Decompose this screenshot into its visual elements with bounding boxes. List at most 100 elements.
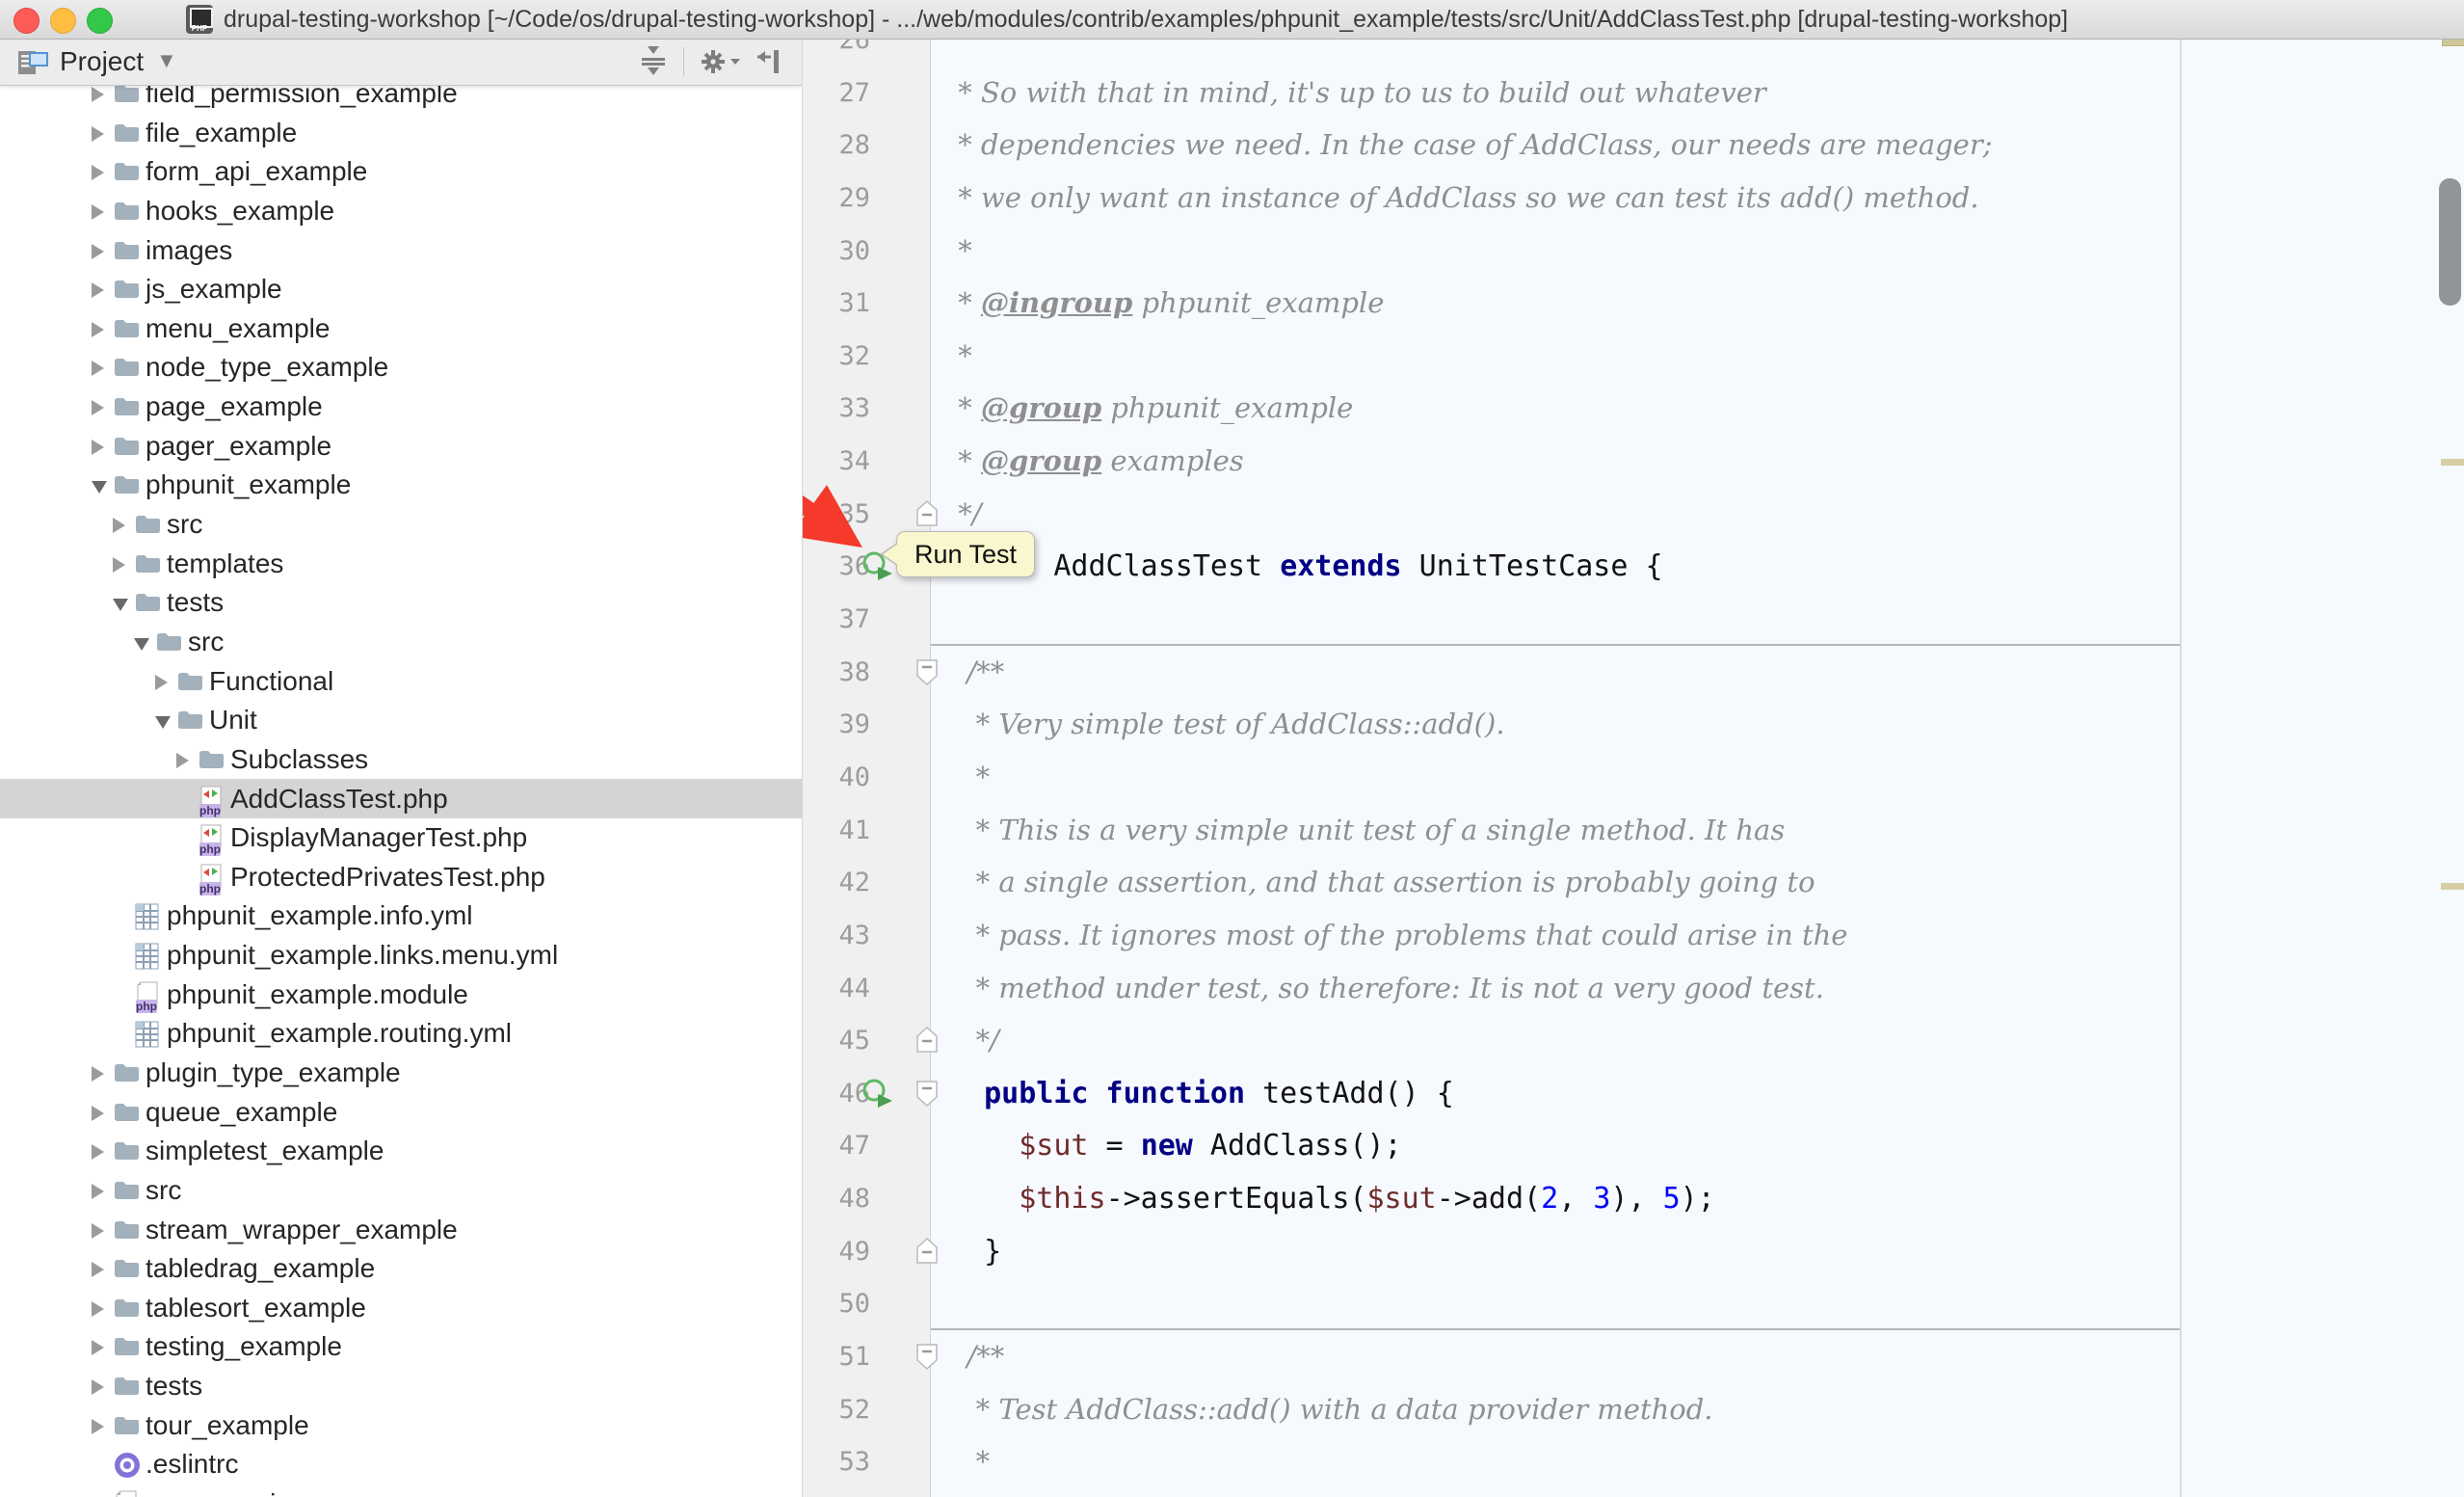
tree-item-queue-example[interactable]: queue_example	[0, 1092, 802, 1132]
chevron-expanded-icon[interactable]	[155, 716, 171, 729]
zoom-window-button[interactable]	[87, 8, 113, 34]
tree-item-tests[interactable]: tests	[0, 1366, 802, 1405]
tree-item-plugin-type-example[interactable]: plugin_type_example	[0, 1053, 802, 1092]
tree-item-menu-example[interactable]: menu_example	[0, 308, 802, 348]
chevron-collapsed-icon[interactable]	[92, 1106, 104, 1121]
tree-item-templates[interactable]: templates	[0, 544, 802, 583]
chevron-collapsed-icon[interactable]	[113, 557, 125, 573]
tree-item-protectedprivatestest-php[interactable]: phpProtectedPrivatesTest.php	[0, 857, 802, 896]
tree-item-page-example[interactable]: page_example	[0, 387, 802, 426]
warning-stripe-mark[interactable]	[2441, 459, 2464, 466]
tree-item-subclasses[interactable]: Subclasses	[0, 739, 802, 779]
chevron-collapsed-icon[interactable]	[92, 87, 104, 102]
chevron-collapsed-icon[interactable]	[92, 126, 104, 142]
tree-item-label: phpunit_example.routing.yml	[167, 1013, 512, 1053]
chevron-collapsed-icon[interactable]	[113, 518, 125, 533]
chevron-collapsed-icon[interactable]	[92, 1262, 104, 1277]
tree-item-phpunit-example-info-yml[interactable]: phpunit_example.info.yml	[0, 896, 802, 935]
project-panel-icon	[17, 48, 50, 82]
chevron-expanded-icon[interactable]	[92, 481, 107, 494]
tree-item-tour-example[interactable]: tour_example	[0, 1405, 802, 1445]
minimize-window-button[interactable]	[50, 8, 76, 34]
chevron-collapsed-icon[interactable]	[92, 1223, 104, 1239]
chevron-collapsed-icon[interactable]	[92, 1066, 104, 1082]
fold-marker-up[interactable]	[914, 1237, 940, 1270]
chevron-collapsed-icon[interactable]	[92, 1184, 104, 1199]
tree-item-stream-wrapper-example[interactable]: stream_wrapper_example	[0, 1210, 802, 1249]
tree-item--eslintrc[interactable]: .eslintrc	[0, 1444, 802, 1484]
tree-item-tablesort-example[interactable]: tablesort_example	[0, 1288, 802, 1327]
code-token: ),	[1610, 1182, 1662, 1216]
hide-panel-button[interactable]	[755, 44, 788, 79]
tree-item-simpletest-example[interactable]: simpletest_example	[0, 1131, 802, 1170]
tree-item-phpunit-example[interactable]: phpunit_example	[0, 465, 802, 504]
code-token: extends	[1280, 549, 1401, 583]
chevron-collapsed-icon[interactable]	[92, 440, 104, 455]
fold-marker-down[interactable]	[914, 657, 940, 691]
tree-item-hooks-example[interactable]: hooks_example	[0, 191, 802, 230]
tree-item-phpunit-example-module[interactable]: phpphpunit_example.module	[0, 975, 802, 1014]
tree-item-label: AddClassTest.php	[230, 779, 448, 818]
tree-item-src[interactable]: src	[0, 1170, 802, 1210]
chevron-collapsed-icon[interactable]	[92, 1144, 104, 1160]
tree-item-tabledrag-example[interactable]: tabledrag_example	[0, 1248, 802, 1288]
method-separator-line	[931, 1328, 2180, 1330]
run-test-gutter-icon[interactable]	[861, 1078, 894, 1113]
svg-text:php: php	[199, 882, 221, 896]
chevron-down-icon[interactable]: ▼	[156, 39, 177, 85]
line-number: 42	[803, 856, 870, 909]
chevron-collapsed-icon[interactable]	[155, 675, 168, 690]
chevron-collapsed-icon[interactable]	[92, 400, 104, 415]
editor-scrollbar-thumb[interactable]	[2439, 178, 2461, 306]
tree-item-phpunit-example-routing-yml[interactable]: phpunit_example.routing.yml	[0, 1013, 802, 1053]
tree-item-file-example[interactable]: file_example	[0, 113, 802, 152]
fold-marker-up[interactable]	[914, 1026, 940, 1059]
fold-marker-up[interactable]	[914, 499, 940, 533]
tree-item-src[interactable]: src	[0, 504, 802, 544]
code-token: examples	[1101, 444, 1243, 477]
svg-text:php: php	[136, 1000, 157, 1013]
chevron-collapsed-icon[interactable]	[92, 1419, 104, 1434]
chevron-collapsed-icon[interactable]	[92, 244, 104, 259]
settings-gear-button[interactable]	[698, 44, 742, 79]
chevron-collapsed-icon[interactable]	[92, 165, 104, 180]
chevron-collapsed-icon[interactable]	[92, 322, 104, 337]
collapse-all-button[interactable]	[637, 44, 670, 79]
chevron-collapsed-icon[interactable]	[92, 1301, 104, 1317]
tree-item-functional[interactable]: Functional	[0, 661, 802, 701]
close-window-button[interactable]	[13, 8, 40, 34]
code-token: *	[949, 1445, 990, 1478]
line-number: 52	[803, 1383, 870, 1436]
tree-item-testing-example[interactable]: testing_example	[0, 1326, 802, 1366]
warning-stripe-mark[interactable]	[2441, 883, 2464, 890]
code-token: @ingroup	[981, 286, 1132, 319]
chevron-collapsed-icon[interactable]	[92, 361, 104, 376]
chevron-collapsed-icon[interactable]	[176, 753, 189, 768]
tree-item-src[interactable]: src	[0, 622, 802, 661]
tree-item-pager-example[interactable]: pager_example	[0, 426, 802, 466]
chevron-collapsed-icon[interactable]	[92, 1340, 104, 1355]
chevron-expanded-icon[interactable]	[134, 638, 149, 651]
code-token: phpunit_example	[1132, 286, 1384, 319]
tree-item-node-type-example[interactable]: node_type_example	[0, 347, 802, 387]
fold-marker-down[interactable]	[914, 1079, 940, 1112]
tree-item-addclasstest-php[interactable]: phpAddClassTest.php	[0, 779, 802, 818]
chevron-collapsed-icon[interactable]	[92, 282, 104, 298]
chevron-collapsed-icon[interactable]	[92, 1379, 104, 1395]
line-number: 54	[803, 1488, 870, 1497]
tree-item-images[interactable]: images	[0, 230, 802, 270]
tree-item-form-api-example[interactable]: form_api_example	[0, 151, 802, 191]
fold-marker-down[interactable]	[914, 1342, 940, 1376]
chevron-collapsed-icon[interactable]	[92, 204, 104, 220]
tree-item-unit[interactable]: Unit	[0, 700, 802, 739]
tree-item-phpunit-example-links-menu-yml[interactable]: phpunit_example.links.menu.yml	[0, 935, 802, 975]
tree-item-label: tablesort_example	[146, 1288, 366, 1327]
tree-item-displaymanagertest-php[interactable]: phpDisplayManagerTest.php	[0, 817, 802, 857]
tree-item-composer-json[interactable]: {}composer.json	[0, 1484, 802, 1497]
line-number: 47	[803, 1119, 870, 1172]
tree-item-label: testing_example	[146, 1326, 342, 1366]
project-panel-title[interactable]: Project	[60, 39, 144, 85]
tree-item-tests[interactable]: tests	[0, 582, 802, 622]
tree-item-js-example[interactable]: js_example	[0, 269, 802, 308]
chevron-expanded-icon[interactable]	[113, 599, 128, 611]
